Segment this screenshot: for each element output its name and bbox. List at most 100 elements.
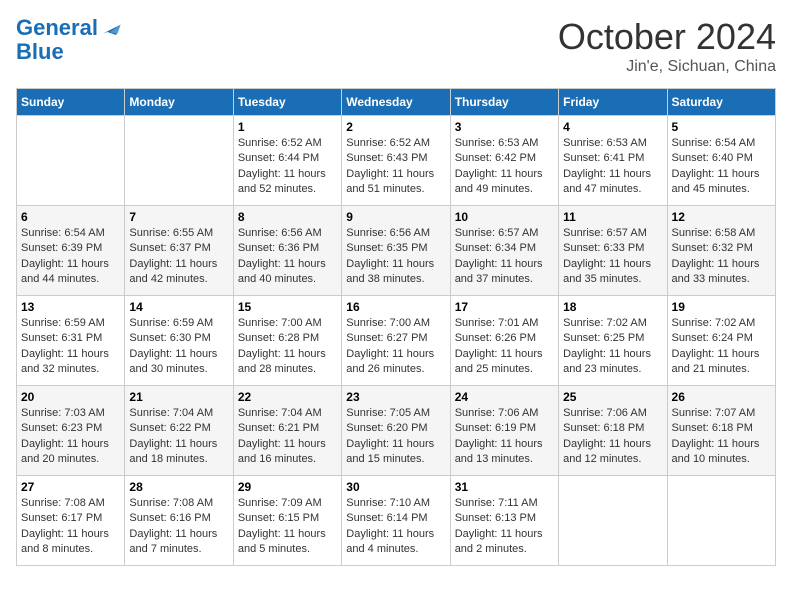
week-row-4: 20Sunrise: 7:03 AMSunset: 6:23 PMDayligh… bbox=[17, 386, 776, 476]
daylight-text: Daylight: 11 hours and 25 minutes. bbox=[455, 348, 543, 375]
sunset-text: Sunset: 6:17 PM bbox=[21, 512, 102, 524]
sunrise-text: Sunrise: 7:00 AM bbox=[346, 317, 430, 329]
sunset-text: Sunset: 6:36 PM bbox=[238, 242, 319, 254]
location-subtitle: Jin'e, Sichuan, China bbox=[558, 58, 776, 76]
day-cell: 5Sunrise: 6:54 AMSunset: 6:40 PMDaylight… bbox=[667, 116, 775, 206]
daylight-text: Daylight: 11 hours and 51 minutes. bbox=[346, 168, 434, 195]
daylight-text: Daylight: 11 hours and 15 minutes. bbox=[346, 438, 434, 465]
daylight-text: Daylight: 11 hours and 37 minutes. bbox=[455, 258, 543, 285]
sunrise-text: Sunrise: 7:06 AM bbox=[455, 407, 539, 419]
day-cell: 12Sunrise: 6:58 AMSunset: 6:32 PMDayligh… bbox=[667, 206, 775, 296]
sunset-text: Sunset: 6:23 PM bbox=[21, 422, 102, 434]
daylight-text: Daylight: 11 hours and 33 minutes. bbox=[672, 258, 760, 285]
sunrise-text: Sunrise: 6:59 AM bbox=[129, 317, 213, 329]
daylight-text: Daylight: 11 hours and 13 minutes. bbox=[455, 438, 543, 465]
day-info: Sunrise: 7:05 AMSunset: 6:20 PMDaylight:… bbox=[346, 406, 445, 468]
day-number: 3 bbox=[455, 120, 554, 134]
day-info: Sunrise: 6:57 AMSunset: 6:33 PMDaylight:… bbox=[563, 226, 662, 288]
sunset-text: Sunset: 6:18 PM bbox=[563, 422, 644, 434]
day-number: 17 bbox=[455, 300, 554, 314]
sunrise-text: Sunrise: 6:52 AM bbox=[238, 137, 322, 149]
col-header-sunday: Sunday bbox=[17, 89, 125, 116]
sunrise-text: Sunrise: 6:54 AM bbox=[672, 137, 756, 149]
daylight-text: Daylight: 11 hours and 49 minutes. bbox=[455, 168, 543, 195]
sunset-text: Sunset: 6:19 PM bbox=[455, 422, 536, 434]
daylight-text: Daylight: 11 hours and 18 minutes. bbox=[129, 438, 217, 465]
day-number: 29 bbox=[238, 480, 337, 494]
day-number: 31 bbox=[455, 480, 554, 494]
sunrise-text: Sunrise: 7:08 AM bbox=[21, 497, 105, 509]
day-number: 21 bbox=[129, 390, 228, 404]
sunrise-text: Sunrise: 7:04 AM bbox=[129, 407, 213, 419]
sunrise-text: Sunrise: 7:04 AM bbox=[238, 407, 322, 419]
day-info: Sunrise: 6:56 AMSunset: 6:35 PMDaylight:… bbox=[346, 226, 445, 288]
title-area: October 2024 Jin'e, Sichuan, China bbox=[558, 16, 776, 76]
col-header-monday: Monday bbox=[125, 89, 233, 116]
day-cell: 22Sunrise: 7:04 AMSunset: 6:21 PMDayligh… bbox=[233, 386, 341, 476]
sunrise-text: Sunrise: 7:10 AM bbox=[346, 497, 430, 509]
day-info: Sunrise: 6:55 AMSunset: 6:37 PMDaylight:… bbox=[129, 226, 228, 288]
day-cell: 30Sunrise: 7:10 AMSunset: 6:14 PMDayligh… bbox=[342, 476, 450, 566]
sunrise-text: Sunrise: 6:57 AM bbox=[563, 227, 647, 239]
day-number: 5 bbox=[672, 120, 771, 134]
sunset-text: Sunset: 6:39 PM bbox=[21, 242, 102, 254]
day-info: Sunrise: 6:54 AMSunset: 6:39 PMDaylight:… bbox=[21, 226, 120, 288]
daylight-text: Daylight: 11 hours and 2 minutes. bbox=[455, 528, 543, 555]
day-info: Sunrise: 7:10 AMSunset: 6:14 PMDaylight:… bbox=[346, 496, 445, 558]
day-number: 2 bbox=[346, 120, 445, 134]
day-number: 8 bbox=[238, 210, 337, 224]
week-row-1: 1Sunrise: 6:52 AMSunset: 6:44 PMDaylight… bbox=[17, 116, 776, 206]
day-number: 25 bbox=[563, 390, 662, 404]
day-info: Sunrise: 7:06 AM Sunset: 6:19 PM Daylight:… bbox=[455, 406, 554, 468]
day-number: 24 bbox=[455, 390, 554, 404]
day-info: Sunrise: 7:07 AMSunset: 6:18 PMDaylight:… bbox=[672, 406, 771, 468]
sunrise-text: Sunrise: 6:54 AM bbox=[21, 227, 105, 239]
day-info: Sunrise: 6:53 AMSunset: 6:41 PMDaylight:… bbox=[563, 136, 662, 198]
daylight-text: Daylight: 11 hours and 42 minutes. bbox=[129, 258, 217, 285]
day-cell: 19Sunrise: 7:02 AMSunset: 6:24 PMDayligh… bbox=[667, 296, 775, 386]
sunset-text: Sunset: 6:14 PM bbox=[346, 512, 427, 524]
month-title: October 2024 bbox=[558, 16, 776, 58]
day-cell: 28Sunrise: 7:08 AMSunset: 6:16 PMDayligh… bbox=[125, 476, 233, 566]
day-cell: 31 Sunrise: 7:11 AMSunset: 6:13 PMDayligh… bbox=[450, 476, 558, 566]
day-cell: 24 Sunrise: 7:06 AM Sunset: 6:19 PM Dayligh… bbox=[450, 386, 558, 476]
day-info: Sunrise: 7:00 AMSunset: 6:27 PMDaylight:… bbox=[346, 316, 445, 378]
sunset-text: Sunset: 6:15 PM bbox=[238, 512, 319, 524]
day-info: Sunrise: 6:56 AMSunset: 6:36 PMDaylight:… bbox=[238, 226, 337, 288]
sunrise-text: Sunrise: 7:01 AM bbox=[455, 317, 539, 329]
day-cell: 15Sunrise: 7:00 AMSunset: 6:28 PMDayligh… bbox=[233, 296, 341, 386]
day-info: Sunrise: 7:11 AMSunset: 6:13 PMDaylight:… bbox=[455, 496, 554, 558]
day-cell: 26Sunrise: 7:07 AMSunset: 6:18 PMDayligh… bbox=[667, 386, 775, 476]
day-info: Sunrise: 6:58 AMSunset: 6:32 PMDaylight:… bbox=[672, 226, 771, 288]
sunset-text: Sunset: 6:33 PM bbox=[563, 242, 644, 254]
day-cell: 21 Sunrise: 7:04 AM Sunset: 6:22 PM Dayligh… bbox=[125, 386, 233, 476]
sunrise-text: Sunrise: 7:05 AM bbox=[346, 407, 430, 419]
sunset-text: Sunset: 6:32 PM bbox=[672, 242, 753, 254]
sunset-text: Sunset: 6:24 PM bbox=[672, 332, 753, 344]
col-header-friday: Friday bbox=[559, 89, 667, 116]
day-cell: 2Sunrise: 6:52 AMSunset: 6:43 PMDaylight… bbox=[342, 116, 450, 206]
day-cell: 13Sunrise: 6:59 AMSunset: 6:31 PMDayligh… bbox=[17, 296, 125, 386]
day-info: Sunrise: 6:52 AMSunset: 6:44 PMDaylight:… bbox=[238, 136, 337, 198]
daylight-text: Daylight: 11 hours and 16 minutes. bbox=[238, 438, 326, 465]
daylight-text: Daylight: 11 hours and 32 minutes. bbox=[21, 348, 109, 375]
sunrise-text: Sunrise: 7:06 AM bbox=[563, 407, 647, 419]
sunset-text: Sunset: 6:40 PM bbox=[672, 152, 753, 164]
col-header-tuesday: Tuesday bbox=[233, 89, 341, 116]
sunrise-text: Sunrise: 6:56 AM bbox=[346, 227, 430, 239]
logo-general: General bbox=[16, 15, 98, 40]
sunrise-text: Sunrise: 6:56 AM bbox=[238, 227, 322, 239]
daylight-text: Daylight: 11 hours and 20 minutes. bbox=[21, 438, 109, 465]
logo-wing-icon bbox=[100, 17, 122, 39]
sunset-text: Sunset: 6:22 PM bbox=[129, 422, 210, 434]
sunset-text: Sunset: 6:13 PM bbox=[455, 512, 536, 524]
header-row: SundayMondayTuesdayWednesdayThursdayFrid… bbox=[17, 89, 776, 116]
day-number: 9 bbox=[346, 210, 445, 224]
sunset-text: Sunset: 6:25 PM bbox=[563, 332, 644, 344]
day-number: 19 bbox=[672, 300, 771, 314]
day-cell: 20Sunrise: 7:03 AMSunset: 6:23 PMDayligh… bbox=[17, 386, 125, 476]
day-info: Sunrise: 7:03 AMSunset: 6:23 PMDaylight:… bbox=[21, 406, 120, 468]
day-number: 11 bbox=[563, 210, 662, 224]
day-number: 18 bbox=[563, 300, 662, 314]
col-header-wednesday: Wednesday bbox=[342, 89, 450, 116]
